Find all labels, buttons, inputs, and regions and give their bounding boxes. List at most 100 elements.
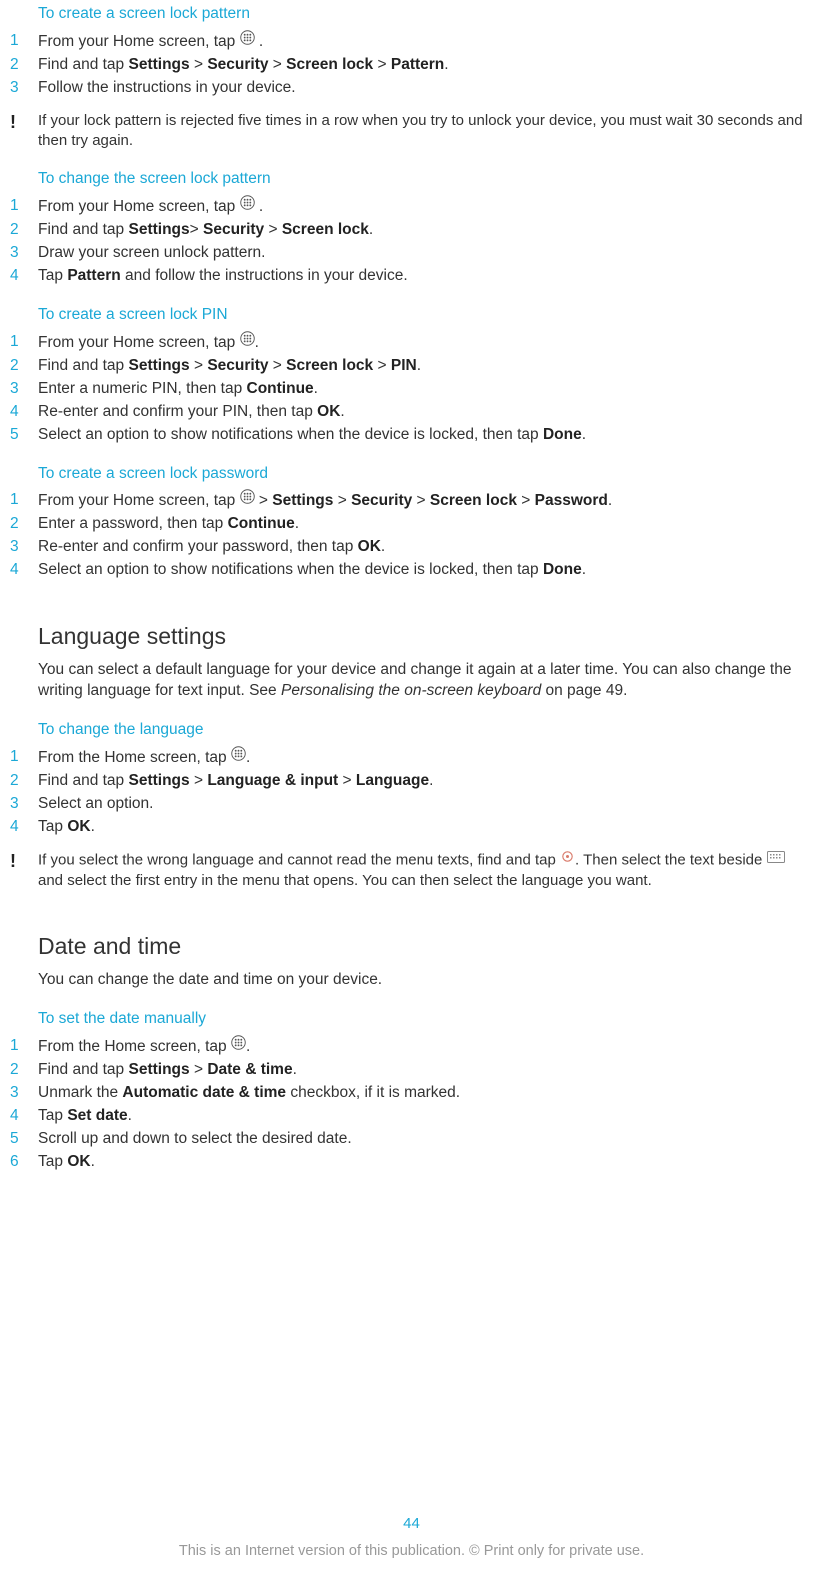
step: 3Unmark the Automatic date & time checkb…: [8, 1083, 807, 1104]
step: 3Draw your screen unlock pattern.: [8, 243, 807, 264]
step-number: 1: [8, 31, 38, 52]
section-intro: You can select a default language for yo…: [38, 660, 807, 702]
step-text: Tap OK.: [38, 817, 807, 838]
step-text: From your Home screen, tap .: [38, 196, 807, 218]
step: 4Tap OK.: [8, 817, 807, 838]
apps-grid-icon: [240, 489, 255, 511]
step-number: 4: [8, 1106, 38, 1127]
step-number: 3: [8, 379, 38, 400]
step: 5Scroll up and down to select the desire…: [8, 1129, 807, 1150]
step: 1From your Home screen, tap .: [8, 196, 807, 218]
step-number: 3: [8, 537, 38, 558]
step-number: 3: [8, 78, 38, 99]
step-text: Unmark the Automatic date & time checkbo…: [38, 1083, 807, 1104]
step-number: 1: [8, 332, 38, 353]
step-number: 2: [8, 55, 38, 76]
step-number: 2: [8, 220, 38, 241]
step-text: From the Home screen, tap .: [38, 1036, 807, 1058]
apps-grid-icon: [240, 30, 255, 52]
disclaimer: This is an Internet version of this publ…: [0, 1542, 823, 1562]
step-text: From your Home screen, tap > Settings > …: [38, 490, 807, 512]
step: 3Re-enter and confirm your password, the…: [8, 537, 807, 558]
section-intro: You can change the date and time on your…: [38, 970, 807, 991]
step: 1From your Home screen, tap > Settings >…: [8, 490, 807, 512]
step-number: 2: [8, 514, 38, 535]
step: 2Enter a password, then tap Continue.: [8, 514, 807, 535]
step-text: Tap OK.: [38, 1152, 807, 1173]
step: 4Select an option to show notifications …: [8, 560, 807, 581]
step-text: Find and tap Settings > Date & time.: [38, 1060, 807, 1081]
note-text: If you select the wrong language and can…: [38, 850, 807, 892]
step-list: 1From your Home screen, tap > Settings >…: [8, 490, 807, 581]
step-number: 2: [8, 771, 38, 792]
step-text: Find and tap Settings > Security > Scree…: [38, 356, 807, 377]
step-text: Find and tap Settings > Security > Scree…: [38, 55, 807, 76]
step-number: 3: [8, 794, 38, 815]
step-text: Select an option.: [38, 794, 807, 815]
step: 4Tap Pattern and follow the instructions…: [8, 266, 807, 287]
step: 6Tap OK.: [8, 1152, 807, 1173]
step-text: Select an option to show notifications w…: [38, 425, 807, 446]
step-number: 3: [8, 1083, 38, 1104]
step-text: Tap Pattern and follow the instructions …: [38, 266, 807, 287]
procedure-title: To create a screen lock PIN: [38, 305, 807, 326]
step-number: 6: [8, 1152, 38, 1173]
step-number: 1: [8, 747, 38, 768]
step-text: Re-enter and confirm your PIN, then tap …: [38, 402, 807, 423]
step: 1From your Home screen, tap .: [8, 332, 807, 354]
note: ! If you select the wrong language and c…: [8, 850, 807, 892]
procedure-title: To change the language: [38, 720, 807, 741]
step-number: 4: [8, 266, 38, 287]
step: 3Follow the instructions in your device.: [8, 78, 807, 99]
step: 1From your Home screen, tap .: [8, 31, 807, 53]
step-number: 2: [8, 1060, 38, 1081]
procedure-title: To set the date manually: [38, 1009, 807, 1030]
step-text: Find and tap Settings > Language & input…: [38, 771, 807, 792]
step-list: 1From your Home screen, tap .2Find and t…: [8, 332, 807, 446]
step: 4Tap Set date.: [8, 1106, 807, 1127]
note-text: If your lock pattern is rejected five ti…: [38, 111, 807, 152]
step: 2Find and tap Settings > Security > Scre…: [8, 55, 807, 76]
warning-icon: !: [8, 111, 38, 131]
warning-icon: !: [8, 850, 38, 870]
step-number: 1: [8, 1036, 38, 1057]
step-number: 5: [8, 1129, 38, 1150]
step: 2Find and tap Settings > Language & inpu…: [8, 771, 807, 792]
page-number: 44: [0, 1514, 823, 1534]
step-number: 4: [8, 402, 38, 423]
step-number: 1: [8, 490, 38, 511]
section-heading-datetime: Date and time: [38, 931, 807, 962]
step: 1From the Home screen, tap .: [8, 1036, 807, 1058]
step-text: Find and tap Settings> Security > Screen…: [38, 220, 807, 241]
procedure-title: To create a screen lock pattern: [38, 4, 807, 25]
step-text: Enter a password, then tap Continue.: [38, 514, 807, 535]
step-text: Tap Set date.: [38, 1106, 807, 1127]
section-heading-language: Language settings: [38, 621, 807, 652]
step-text: Follow the instructions in your device.: [38, 78, 807, 99]
step: 3Select an option.: [8, 794, 807, 815]
step-text: Select an option to show notifications w…: [38, 560, 807, 581]
step-list: 1From your Home screen, tap .2Find and t…: [8, 31, 807, 99]
step: 5Select an option to show notifications …: [8, 425, 807, 446]
step-number: 2: [8, 356, 38, 377]
apps-grid-icon: [240, 331, 255, 353]
step-text: From your Home screen, tap .: [38, 31, 807, 53]
step-number: 5: [8, 425, 38, 446]
keyboard-icon: [767, 849, 785, 869]
step-list: 1From the Home screen, tap .2Find and ta…: [8, 747, 807, 838]
procedure-title: To change the screen lock pattern: [38, 169, 807, 190]
step-text: Re-enter and confirm your password, then…: [38, 537, 807, 558]
apps-grid-icon: [231, 1035, 246, 1057]
settings-gear-icon: [560, 849, 575, 870]
step-number: 3: [8, 243, 38, 264]
apps-grid-icon: [240, 195, 255, 217]
step: 2Find and tap Settings > Date & time.: [8, 1060, 807, 1081]
step-number: 4: [8, 560, 38, 581]
procedure-title: To create a screen lock password: [38, 464, 807, 485]
step: 2Find and tap Settings > Security > Scre…: [8, 356, 807, 377]
step-number: 4: [8, 817, 38, 838]
step-list: 1From the Home screen, tap .2Find and ta…: [8, 1036, 807, 1173]
step: 2Find and tap Settings> Security > Scree…: [8, 220, 807, 241]
step: 3Enter a numeric PIN, then tap Continue.: [8, 379, 807, 400]
step: 1From the Home screen, tap .: [8, 747, 807, 769]
